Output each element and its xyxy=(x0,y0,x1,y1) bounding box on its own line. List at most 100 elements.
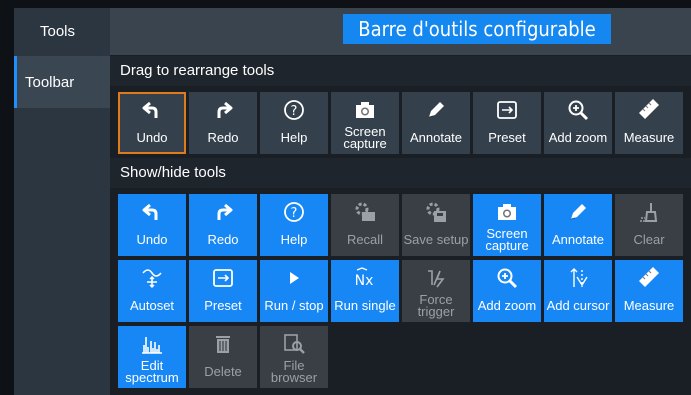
tool-tile-screen-capture[interactable]: Screen capture xyxy=(331,92,399,154)
camera-icon xyxy=(331,96,399,124)
tool-label: Undo xyxy=(136,130,168,145)
tool-tile-annotate[interactable]: Annotate xyxy=(402,92,470,154)
sidebar-title: Tools xyxy=(14,8,110,55)
tool-tile-screen-capture[interactable]: Screen capture xyxy=(473,194,541,256)
tool-label: Redo xyxy=(207,130,239,145)
undo-icon xyxy=(145,208,158,220)
tool-tile-force-trigger[interactable]: Force trigger xyxy=(402,260,470,322)
tool-tile-undo[interactable]: Undo xyxy=(118,92,186,154)
cursor-icon xyxy=(544,264,612,292)
recall-icon xyxy=(355,202,375,221)
cursor-icon xyxy=(570,268,588,287)
tool-tile-help[interactable]: ? Help xyxy=(260,194,328,256)
clear-icon xyxy=(615,198,683,226)
preset-icon xyxy=(189,264,257,292)
ruler-icon xyxy=(639,267,659,287)
zoom-in-icon xyxy=(568,100,589,121)
camera-icon xyxy=(503,204,511,208)
help-icon: ? xyxy=(284,202,304,222)
camera-icon xyxy=(361,102,369,106)
tool-label: Annotate xyxy=(409,130,463,145)
tool-label: Edit spectrum xyxy=(125,358,179,385)
undo-icon xyxy=(142,101,158,118)
force-trigger-icon xyxy=(402,264,470,292)
help-icon: ? xyxy=(291,104,298,119)
preset-icon xyxy=(497,101,517,119)
tool-label: File browser xyxy=(270,358,318,385)
clear-icon xyxy=(644,203,658,222)
play-icon xyxy=(260,264,328,292)
showhide-section-title: Show/hide tools xyxy=(120,164,226,181)
run-single-icon: Nx xyxy=(331,264,399,292)
pencil-icon xyxy=(428,102,444,118)
tool-label: Measure xyxy=(623,298,675,313)
undo-icon xyxy=(118,198,186,226)
tool-tile-preset[interactable]: Preset xyxy=(189,260,257,322)
force-trigger-icon xyxy=(428,270,433,285)
spectrum-icon xyxy=(118,330,186,358)
tool-label: Help xyxy=(280,232,308,247)
tool-tile-run-single[interactable]: Nx Run single xyxy=(331,260,399,322)
tool-tile-autoset[interactable]: Autoset xyxy=(118,260,186,322)
zoom-in-icon xyxy=(573,105,579,111)
tool-tile-recall[interactable]: Recall xyxy=(331,194,399,256)
tool-tile-undo[interactable]: Undo xyxy=(118,194,186,256)
tool-tile-preset[interactable]: Preset xyxy=(473,92,541,154)
tool-tile-file-browser[interactable]: File browser xyxy=(260,326,328,388)
tool-label: Delete xyxy=(204,364,242,379)
save-setup-icon xyxy=(426,202,446,222)
file-browser-icon xyxy=(284,334,305,354)
zoom-in-icon xyxy=(497,268,518,289)
play-icon xyxy=(290,272,299,284)
autoset-icon xyxy=(147,277,157,287)
help-icon: ? xyxy=(260,96,328,124)
save-setup-icon xyxy=(434,211,446,222)
trash-icon xyxy=(216,336,230,353)
pencil-icon xyxy=(402,96,470,124)
arrange-section-title: Drag to rearrange tools xyxy=(120,62,275,79)
pencil-icon xyxy=(570,204,586,220)
undo-icon xyxy=(142,203,158,220)
tool-tile-help[interactable]: ? Help xyxy=(260,92,328,154)
tool-label: Screen capture xyxy=(485,226,529,253)
redo-icon xyxy=(189,96,257,124)
tool-label: Preset xyxy=(488,130,526,145)
trash-icon xyxy=(189,330,257,358)
tool-label: Screen capture xyxy=(343,124,387,151)
banner-caption: Barre d'outils configurable xyxy=(343,14,611,44)
zoom-in-icon xyxy=(544,96,612,124)
tool-tile-run-stop[interactable]: Run / stop xyxy=(260,260,328,322)
tool-label: Save setup xyxy=(403,232,469,247)
tool-tile-redo[interactable]: Redo xyxy=(189,194,257,256)
tool-tile-redo[interactable]: Redo xyxy=(189,92,257,154)
tool-label: Add cursor xyxy=(546,298,610,313)
preset-icon xyxy=(218,274,230,282)
tool-tile-measure[interactable]: Measure xyxy=(615,92,683,154)
recall-icon xyxy=(362,212,375,221)
clear-icon xyxy=(640,203,658,222)
tool-label: Undo xyxy=(136,232,168,247)
ruler-icon xyxy=(639,267,659,287)
tool-tile-add-zoom[interactable]: Add zoom xyxy=(473,260,541,322)
play-icon xyxy=(290,272,299,284)
force-trigger-icon xyxy=(428,270,445,288)
tool-tile-delete[interactable]: Delete xyxy=(189,326,257,388)
tool-tile-annotate[interactable]: Annotate xyxy=(544,194,612,256)
tool-tile-add-zoom[interactable]: Add zoom xyxy=(544,92,612,154)
sidebar-item-toolbar[interactable]: Toolbar xyxy=(14,56,110,108)
run-single-icon: Nx xyxy=(355,267,373,289)
tool-tile-measure[interactable]: Measure xyxy=(615,260,683,322)
camera-icon xyxy=(504,211,510,216)
tool-label: Help xyxy=(280,130,308,145)
tool-tile-save-setup[interactable]: Save setup xyxy=(402,194,470,256)
tool-tile-clear[interactable]: Clear xyxy=(615,194,683,256)
tool-label: Add zoom xyxy=(548,130,608,145)
spectrum-icon xyxy=(142,337,162,354)
pencil-icon xyxy=(429,102,444,117)
tool-label: Add zoom xyxy=(477,298,537,313)
help-icon: ? xyxy=(284,100,304,120)
tool-tile-edit-spectrum[interactable]: Edit spectrum xyxy=(118,326,186,388)
camera-icon xyxy=(356,102,374,118)
save-setup-icon xyxy=(402,198,470,226)
tool-tile-add-cursor[interactable]: Add cursor xyxy=(544,260,612,322)
